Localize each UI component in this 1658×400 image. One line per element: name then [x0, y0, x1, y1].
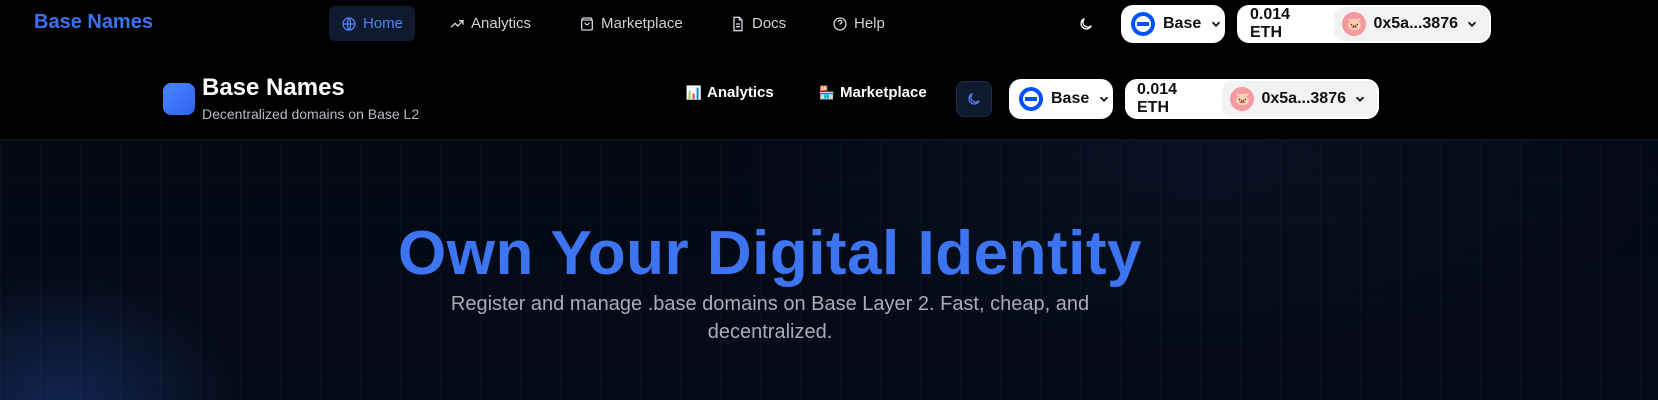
moon-icon	[1080, 18, 1092, 30]
header-network-selector[interactable]: Base	[1009, 79, 1113, 119]
hero-section: Own Your Digital Identity Register and m…	[0, 140, 1658, 400]
site-tagline: Decentralized domains on Base L2	[202, 106, 420, 122]
globe-icon	[342, 16, 356, 31]
nav-marketplace-label: Marketplace	[601, 15, 683, 32]
chevron-down-icon	[1100, 96, 1109, 102]
hero-subtitle: Register and manage .base domains on Bas…	[450, 293, 1090, 343]
header-network-name: Base	[1051, 90, 1090, 107]
header-link-analytics[interactable]: 📊 Analytics	[685, 84, 774, 101]
header-wallet-address: 0x5a...3876	[1261, 90, 1346, 107]
shop-emoji-icon: 🏪	[818, 84, 836, 100]
avatar: 🐷	[1342, 12, 1367, 36]
app-logo[interactable]	[163, 83, 195, 115]
wallet-address: 0x5a...3876	[1373, 15, 1458, 32]
header-account-address-chip: 🐷 0x5a...3876	[1222, 81, 1377, 117]
document-icon	[733, 16, 743, 31]
bar-chart-emoji-icon: 📊	[685, 84, 703, 100]
account-address-chip: 🐷 0x5a...3876	[1334, 7, 1489, 41]
avatar: 🐷	[1230, 87, 1255, 111]
base-chain-icon	[1131, 12, 1155, 36]
network-selector[interactable]: Base	[1121, 5, 1225, 43]
hero-title: Own Your Digital Identity	[398, 219, 1142, 288]
top-navigation: Base Names Home Analytics Marketplace Do…	[0, 0, 1658, 48]
header-account-button[interactable]: 0.014 ETH 🐷 0x5a...3876	[1125, 79, 1379, 119]
network-name: Base	[1163, 15, 1202, 32]
shopping-bag-icon	[581, 16, 593, 31]
header-link-analytics-label: Analytics	[707, 84, 774, 101]
base-chain-icon	[1019, 87, 1043, 111]
header-link-marketplace[interactable]: 🏪 Marketplace	[818, 84, 927, 101]
header-theme-toggle-button[interactable]	[956, 81, 992, 117]
header-link-marketplace-label: Marketplace	[840, 84, 927, 101]
chevron-down-icon	[1355, 96, 1365, 102]
nav-home-label: Home	[363, 15, 404, 32]
nav-docs-label: Docs	[752, 15, 787, 32]
chevron-down-icon	[1467, 21, 1477, 27]
theme-toggle-button[interactable]	[1071, 9, 1101, 39]
nav-docs[interactable]: Docs	[718, 6, 798, 41]
trending-up-icon	[450, 19, 464, 28]
nav-home[interactable]: Home	[329, 6, 416, 41]
nav-help-label: Help	[854, 15, 885, 32]
nav-analytics-label: Analytics	[471, 15, 532, 32]
chevron-down-icon	[1212, 21, 1221, 27]
nav-help[interactable]: Help	[820, 6, 897, 41]
account-button[interactable]: 0.014 ETH 🐷 0x5a...3876	[1237, 5, 1491, 43]
help-circle-icon	[833, 16, 847, 31]
brand-logo-text[interactable]: Base Names	[34, 11, 153, 34]
eth-balance: 0.014 ETH	[1250, 6, 1291, 41]
header-eth-balance: 0.014 ETH	[1137, 81, 1178, 116]
site-title[interactable]: Base Names	[202, 74, 345, 102]
moon-icon	[968, 93, 980, 105]
nav-analytics[interactable]: Analytics	[437, 6, 543, 41]
site-header: Base Names Decentralized domains on Base…	[0, 48, 1658, 140]
nav-marketplace[interactable]: Marketplace	[567, 6, 695, 41]
